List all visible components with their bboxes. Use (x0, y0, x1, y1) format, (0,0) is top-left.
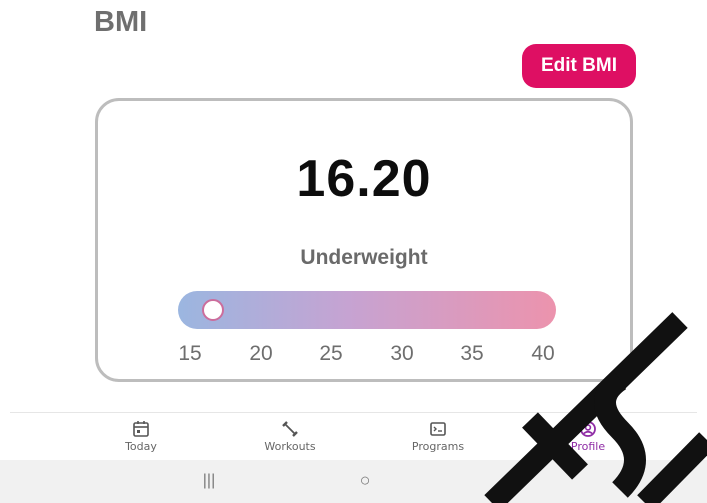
profile-icon (580, 421, 596, 437)
terminal-icon (430, 422, 446, 436)
scale-tick-label: 15 (178, 342, 202, 365)
nav-item-programs[interactable]: Programs (393, 420, 483, 453)
bmi-scale-bar (178, 291, 556, 329)
nav-item-workouts[interactable]: Workouts (245, 420, 335, 453)
scale-tick-label: 40 (531, 342, 555, 365)
nav-item-label: Programs (411, 440, 465, 453)
bottom-nav: Today Workouts Programs Profile (0, 414, 707, 460)
calendar-icon (133, 421, 149, 437)
recent-apps-button[interactable]: ||| (203, 472, 215, 490)
bmi-scale-indicator (202, 299, 225, 321)
dumbbell-icon (282, 421, 298, 437)
system-nav-bar: ||| ○ < (0, 460, 707, 503)
scale-tick-label: 20 (249, 342, 273, 365)
page-title: BMI (94, 6, 148, 38)
scale-tick-label: 35 (460, 342, 484, 365)
scale-tick-label: 30 (390, 342, 414, 365)
bmi-category: Underweight (300, 246, 428, 269)
edit-bmi-button[interactable]: Edit BMI (522, 44, 636, 88)
bmi-card: 16.20 Underweight 15 20 25 30 35 40 (95, 98, 633, 382)
nav-divider (10, 412, 697, 413)
scale-tick-label: 25 (319, 342, 343, 365)
bmi-scale-ticks: 15 20 25 30 35 40 (160, 342, 580, 368)
nav-item-today[interactable]: Today (96, 420, 186, 453)
nav-item-label: Profile (570, 440, 606, 453)
nav-item-label: Today (125, 440, 157, 453)
bmi-value: 16.20 (296, 150, 432, 208)
nav-item-profile[interactable]: Profile (543, 420, 633, 453)
nav-item-label: Workouts (264, 440, 316, 453)
home-button[interactable]: ○ (360, 470, 371, 491)
back-button[interactable]: < (514, 472, 523, 490)
